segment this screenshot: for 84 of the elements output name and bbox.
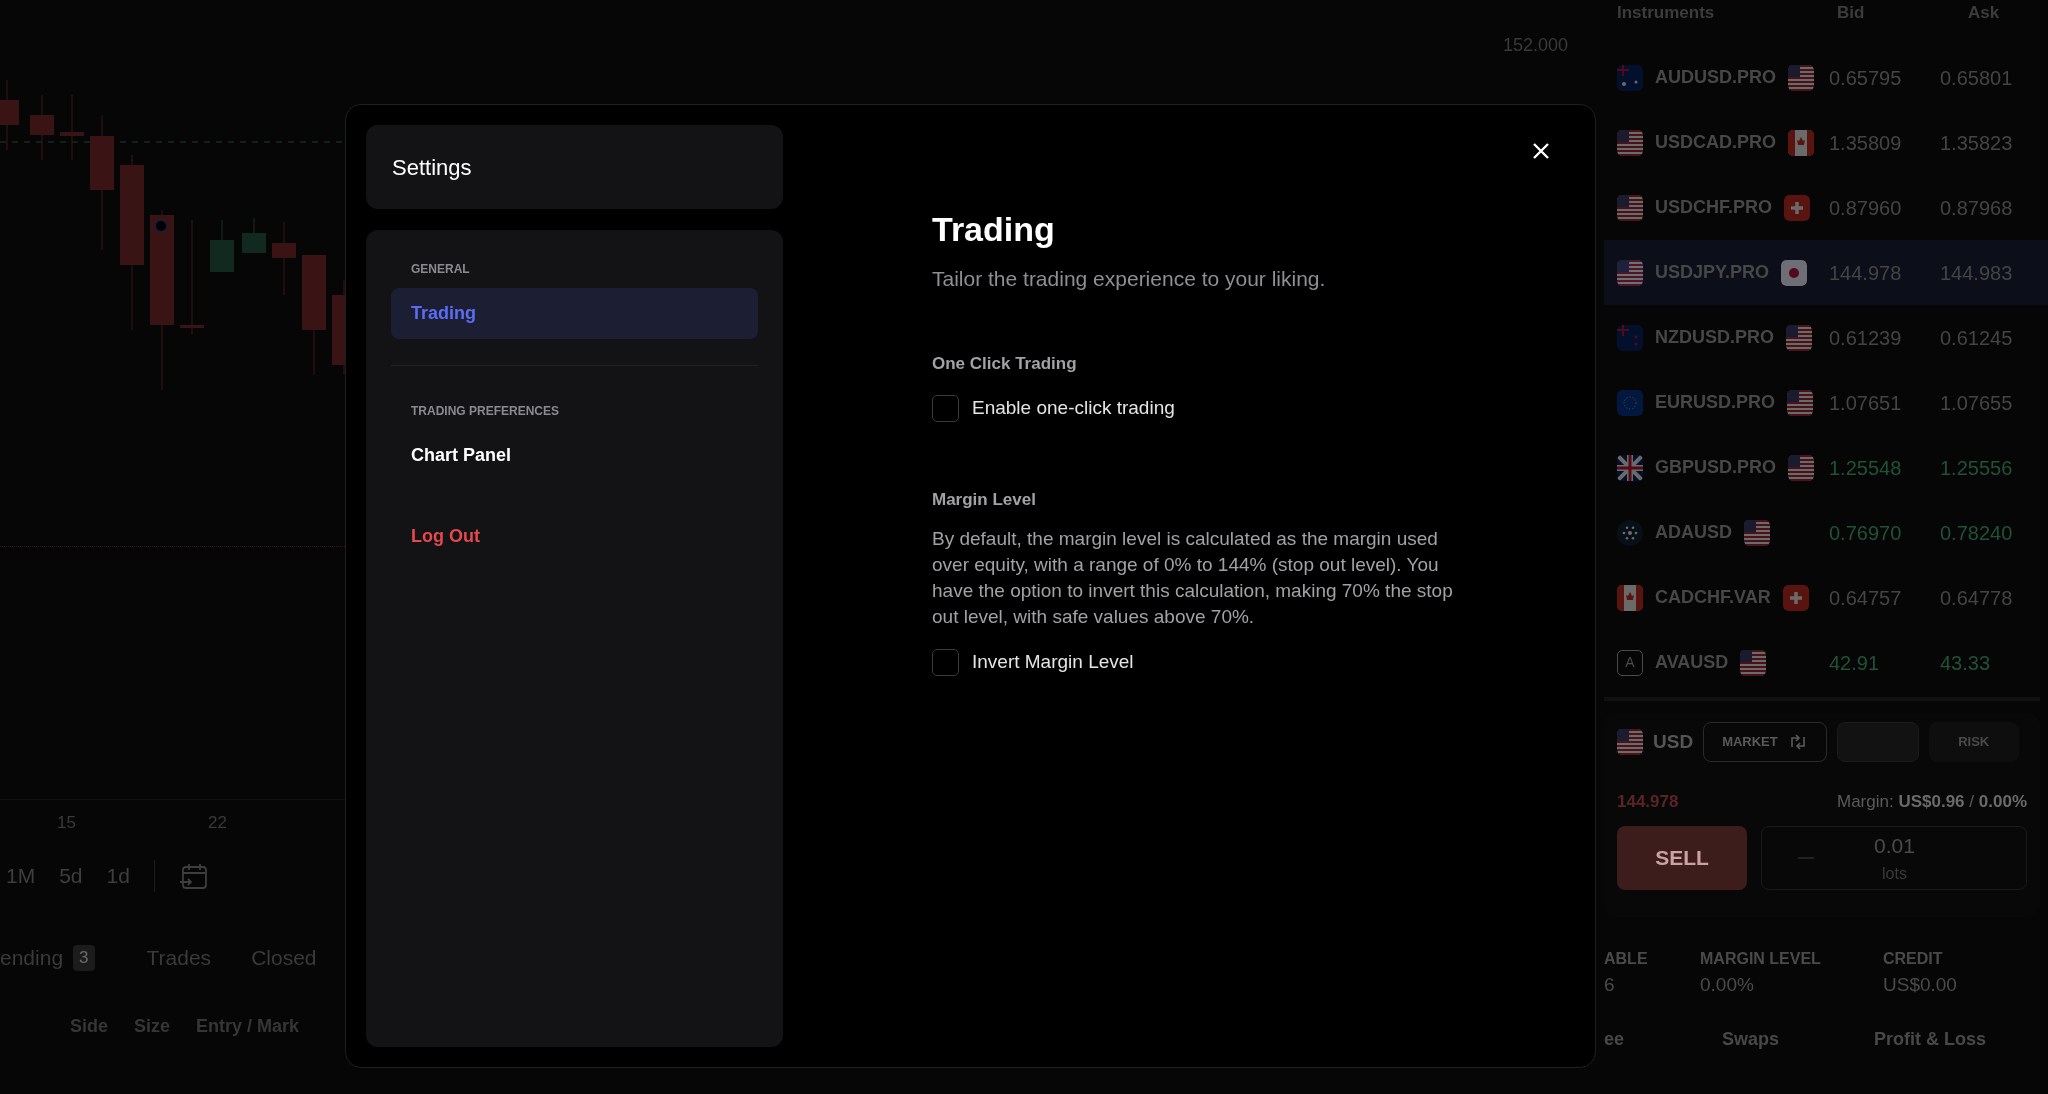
instrument-row[interactable]: NZDUSD.PRO 0.61239 0.61245 bbox=[1604, 305, 2048, 370]
ask-price: 144.983 bbox=[1940, 260, 2013, 286]
section-heading: One Click Trading bbox=[932, 352, 1078, 375]
page-subtitle: Tailor the trading experience to your liking. bbox=[932, 266, 1327, 292]
stat-value: 6 bbox=[1604, 973, 1616, 997]
ask-price: 43.33 bbox=[1940, 650, 1991, 676]
nav-item[interactable]: Chart Panel bbox=[391, 430, 758, 481]
ask-price: 0.65801 bbox=[1940, 65, 2013, 91]
instrument-row[interactable]: USDCHF.PRO 0.87960 0.87968 bbox=[1604, 175, 2048, 240]
checkbox-label: Invert Margin Level bbox=[972, 650, 1134, 674]
bid-price: 1.35809 bbox=[1829, 130, 1903, 156]
bid-price: 1.25548 bbox=[1829, 455, 1903, 481]
ask-price: 0.87968 bbox=[1940, 195, 2013, 221]
column-header: Profit & Loss bbox=[1874, 1027, 1986, 1051]
order-type-button[interactable]: MARKET bbox=[1703, 722, 1827, 762]
instrument-name: NZDUSD.PRO bbox=[1655, 326, 1774, 349]
instrument-name: AUDUSD.PRO bbox=[1655, 66, 1776, 89]
dialog-title: Settings bbox=[392, 153, 472, 182]
instrument-row[interactable]: AUDUSD.PRO 0.65795 0.65801 bbox=[1604, 45, 2048, 110]
stat-label: ABLE bbox=[1604, 949, 1648, 969]
ask-price: 0.61245 bbox=[1940, 325, 2013, 351]
instrument-row[interactable]: GBPUSD.PRO 1.25548 1.25556 bbox=[1604, 435, 2048, 500]
section-heading: GENERAL bbox=[410, 261, 471, 278]
ask-price: 1.35823 bbox=[1940, 130, 2013, 156]
bid-price: 0.76970 bbox=[1829, 520, 1903, 546]
instrument-row[interactable]: CADCHF.VAR 0.64757 0.64778 bbox=[1604, 565, 2048, 630]
lots-value: 0.01 bbox=[1874, 833, 1915, 860]
bid-price: 0.87960 bbox=[1829, 195, 1903, 221]
column-header: ee bbox=[1604, 1027, 1626, 1051]
instrument-name: USDCHF.PRO bbox=[1655, 196, 1772, 219]
bid-price: 0.64757 bbox=[1829, 585, 1903, 611]
close-icon bbox=[1532, 142, 1550, 160]
instrument-row[interactable]: USDJPY.PRO 144.978 144.983 bbox=[1604, 240, 2048, 305]
candle bbox=[242, 217, 266, 254]
candle bbox=[210, 219, 234, 273]
instrument-row[interactable]: ADAUSD 0.76970 0.78240 bbox=[1604, 500, 2048, 565]
logout-link[interactable]: Log Out bbox=[391, 523, 758, 550]
margin-text: Margin: US$0.96 / 0.00% bbox=[1837, 791, 2027, 814]
checkbox[interactable] bbox=[932, 648, 959, 676]
sell-price: 144.978 bbox=[1617, 791, 1679, 814]
calendar-icon[interactable] bbox=[178, 861, 209, 891]
checkbox-label: Enable one-click trading bbox=[972, 396, 1175, 420]
coin-icon: A bbox=[1617, 649, 1643, 676]
instrument-row[interactable]: USDCAD.PRO 1.35809 1.35823 bbox=[1604, 110, 2048, 175]
instrument-name: EURUSD.PRO bbox=[1655, 391, 1775, 414]
flag-icon bbox=[1617, 729, 1643, 755]
instrument-name: ADAUSD bbox=[1655, 521, 1732, 544]
stat-value: US$0.00 bbox=[1883, 973, 1957, 997]
range-button[interactable]: 5d bbox=[59, 860, 83, 892]
ask-price: 0.78240 bbox=[1940, 520, 2013, 546]
instrument-name: AVAUSD bbox=[1655, 651, 1729, 674]
bid-price: 0.65795 bbox=[1829, 65, 1903, 91]
instrument-name: USDCAD.PRO bbox=[1655, 131, 1776, 154]
page-title: Trading bbox=[932, 209, 1056, 250]
candle bbox=[0, 79, 19, 151]
bid-price: 1.07651 bbox=[1829, 390, 1903, 416]
instrument-row[interactable]: EURUSD.PRO 1.07651 1.07655 bbox=[1604, 370, 2048, 435]
section-description: By default, the margin level is calculated as the margin used over equity, with a range of 0% to 144% (stop out level). You have the option to invert this calculation, making 70% the stop out level, with safe values above 70%. bbox=[932, 527, 1454, 629]
section-heading: Margin Level bbox=[932, 488, 1037, 511]
bid-price: 0.61239 bbox=[1829, 325, 1903, 351]
candle bbox=[60, 94, 84, 161]
count-badge: 3 bbox=[73, 945, 95, 971]
section-heading: TRADING PREFERENCES bbox=[410, 403, 560, 420]
ask-price: 1.07655 bbox=[1940, 390, 2013, 416]
stat-label: CREDIT bbox=[1883, 949, 1944, 969]
ask-price: 1.25556 bbox=[1940, 455, 2013, 481]
checkbox[interactable] bbox=[932, 394, 959, 422]
stat-label: MARGIN LEVEL bbox=[1700, 949, 1822, 969]
bid-price: 42.91 bbox=[1829, 650, 1881, 676]
column-header: Swaps bbox=[1722, 1027, 1781, 1051]
sell-button[interactable]: SELL bbox=[1617, 826, 1747, 890]
stat-value: 0.00% bbox=[1700, 973, 1755, 997]
range-button[interactable]: 1d bbox=[106, 860, 130, 892]
candle bbox=[30, 94, 54, 161]
instrument-name: USDJPY.PRO bbox=[1655, 261, 1770, 284]
symbol-label: USD bbox=[1653, 729, 1694, 754]
ask-price: 0.64778 bbox=[1940, 585, 2013, 611]
nav-item[interactable]: Trading bbox=[391, 288, 758, 339]
instrument-name: GBPUSD.PRO bbox=[1655, 456, 1777, 479]
risk-button[interactable]: RISK bbox=[1928, 722, 2019, 762]
bid-price: 144.978 bbox=[1829, 260, 1903, 286]
range-button[interactable]: 1M bbox=[6, 860, 36, 892]
instrument-name: CADCHF.VAR bbox=[1655, 586, 1771, 609]
instrument-row[interactable]: A AVAUSD 42.91 43.33 bbox=[1604, 630, 2048, 695]
